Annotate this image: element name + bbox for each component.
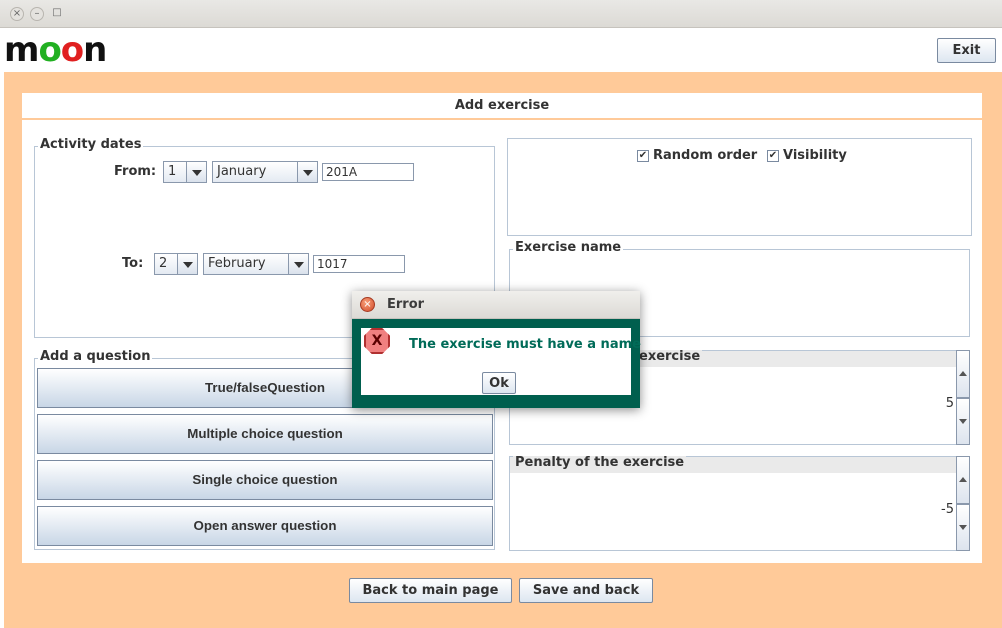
to-day-select[interactable]: 2 bbox=[154, 253, 198, 275]
app-header bbox=[0, 28, 1002, 72]
open-answer-question-button[interactable]: Open answer question bbox=[37, 506, 493, 546]
chevron-down-icon bbox=[288, 254, 308, 274]
multiple-choice-question-button[interactable]: Multiple choice question bbox=[37, 414, 493, 454]
chevron-down-icon bbox=[297, 162, 317, 182]
from-day-select[interactable]: 1 bbox=[163, 161, 207, 183]
arrow-down-icon bbox=[959, 525, 967, 530]
chevron-down-icon bbox=[177, 254, 197, 274]
error-message: The exercise must have a name bbox=[409, 337, 641, 352]
chevron-down-icon bbox=[186, 162, 206, 182]
window-titlebar bbox=[0, 0, 1002, 28]
arrow-down-icon bbox=[959, 419, 967, 424]
maximize-icon: □ bbox=[52, 7, 62, 18]
save-and-back-button[interactable]: Save and back bbox=[519, 578, 653, 603]
dialog-title: Error bbox=[387, 297, 425, 312]
penalty-label: Penalty of the exercise bbox=[513, 455, 687, 470]
exit-button[interactable]: Exit bbox=[937, 38, 996, 63]
minimize-icon: – bbox=[34, 8, 40, 19]
exercise-name-label: Exercise name bbox=[513, 240, 624, 255]
penalty-increment-button[interactable] bbox=[956, 456, 970, 504]
page-title: Add exercise bbox=[22, 93, 982, 118]
to-year-field[interactable]: 1017 bbox=[313, 255, 405, 273]
moon-logo: moon bbox=[4, 30, 107, 70]
close-icon: × bbox=[12, 8, 22, 19]
add-question-label: Add a question bbox=[38, 349, 153, 364]
random-order-checkbox[interactable]: ✔ bbox=[637, 150, 649, 162]
arrow-up-icon bbox=[959, 477, 967, 482]
from-year-field[interactable]: 201A bbox=[322, 163, 414, 181]
window-close-button[interactable]: × bbox=[10, 7, 24, 21]
window-maximize-button[interactable]: □ bbox=[50, 7, 64, 21]
single-choice-question-button[interactable]: Single choice question bbox=[37, 460, 493, 500]
from-month-select[interactable]: January bbox=[212, 161, 318, 183]
score-decrement-button[interactable] bbox=[956, 398, 970, 445]
score-increment-button[interactable] bbox=[956, 350, 970, 398]
visibility-checkbox[interactable]: ✔ bbox=[767, 150, 779, 162]
random-order-label: Random order bbox=[653, 148, 758, 163]
close-icon: × bbox=[363, 299, 372, 310]
arrow-up-icon bbox=[959, 371, 967, 376]
to-month-select[interactable]: February bbox=[203, 253, 309, 275]
score-label: exercise bbox=[637, 349, 703, 364]
from-label: From: bbox=[114, 164, 157, 179]
visibility-label: Visibility bbox=[783, 148, 847, 163]
to-label: To: bbox=[122, 256, 144, 271]
ok-button[interactable]: Ok bbox=[482, 372, 516, 394]
score-value: 5 bbox=[945, 396, 954, 411]
penalty-value: -5 bbox=[941, 502, 954, 517]
penalty-decrement-button[interactable] bbox=[956, 504, 970, 551]
window-minimize-button[interactable]: – bbox=[30, 7, 44, 21]
activity-dates-label: Activity dates bbox=[38, 137, 144, 152]
back-to-main-page-button[interactable]: Back to main page bbox=[349, 578, 512, 603]
dialog-close-button[interactable]: × bbox=[360, 297, 375, 312]
